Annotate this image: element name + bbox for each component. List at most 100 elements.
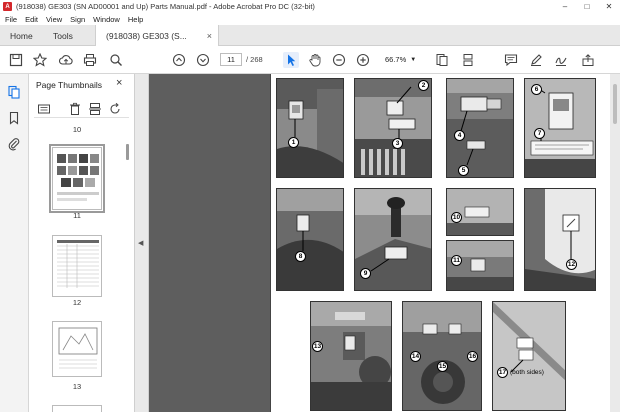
maximize-button[interactable]: □ xyxy=(576,0,598,13)
signature-icon xyxy=(555,57,567,66)
thumbnail-label: 10 xyxy=(72,125,82,134)
thumbnail-options-button[interactable] xyxy=(36,101,52,117)
fill-sign-button[interactable] xyxy=(553,52,569,68)
callout-marker: 1 xyxy=(288,137,299,148)
search-zoom-button[interactable] xyxy=(108,52,124,68)
minimize-button[interactable]: – xyxy=(554,0,576,13)
menu-bar: File Edit View Sign Window Help xyxy=(0,13,620,25)
arrow-down-circle-icon xyxy=(196,53,210,67)
delete-page-button[interactable] xyxy=(67,101,83,117)
callout-marker: 4 xyxy=(454,130,465,141)
collapse-panel-icon[interactable]: ◀ xyxy=(138,239,143,247)
thumbnail-page-11[interactable] xyxy=(49,144,105,213)
save-button[interactable] xyxy=(8,52,24,68)
hand-tool-button[interactable] xyxy=(307,52,323,68)
callout-marker: 13 xyxy=(312,341,323,352)
insert-pages-icon xyxy=(89,103,101,115)
menu-sign[interactable]: Sign xyxy=(70,15,85,24)
panel-scrollbar[interactable] xyxy=(126,144,129,160)
scroll-pages-icon xyxy=(463,54,473,66)
tab-document[interactable]: (918038) GE303 (S... × xyxy=(95,25,219,47)
callout-marker: 10 xyxy=(451,212,462,223)
callout-marker: 17 xyxy=(497,367,508,378)
zoom-level-dropdown[interactable]: 66.7% ▼ xyxy=(385,53,421,66)
callout-marker: 6 xyxy=(531,84,542,95)
panel-splitter[interactable]: ◀ xyxy=(135,74,149,412)
thumbnail-page-12[interactable] xyxy=(52,235,102,297)
decal-location-photo xyxy=(525,189,595,290)
main-toolbar: 11 / 268 66.7% ▼ xyxy=(0,46,620,74)
trash-icon xyxy=(70,102,80,115)
menu-view[interactable]: View xyxy=(46,15,62,24)
decal-location-photo xyxy=(447,79,513,177)
minus-circle-icon xyxy=(332,53,346,67)
decal-location-photo xyxy=(277,79,343,177)
upload-cloud-button[interactable] xyxy=(58,52,74,68)
menu-file[interactable]: File xyxy=(5,15,17,24)
close-tab-icon[interactable]: × xyxy=(207,31,212,41)
thumbnail-label: 13 xyxy=(72,382,82,391)
callout-marker: 2 xyxy=(418,80,429,91)
tab-tools[interactable]: Tools xyxy=(53,25,73,46)
zoom-in-button[interactable] xyxy=(355,52,371,68)
page-display-button[interactable] xyxy=(434,52,450,68)
scrollbar-thumb[interactable] xyxy=(613,84,617,124)
hand-icon xyxy=(309,54,321,67)
callout-marker: 3 xyxy=(392,138,403,149)
menu-edit[interactable]: Edit xyxy=(25,15,38,24)
callout-marker: 7 xyxy=(534,128,545,139)
highlight-button[interactable] xyxy=(528,52,544,68)
select-tool-button[interactable] xyxy=(283,52,299,68)
tab-home[interactable]: Home xyxy=(10,25,33,46)
tab-document-label: (918038) GE303 (S... xyxy=(106,31,187,41)
callout-marker: 14 xyxy=(410,351,421,362)
callout-marker: 11 xyxy=(451,255,462,266)
thumbnail-page-14[interactable] xyxy=(52,405,102,412)
callout-marker: 8 xyxy=(295,251,306,262)
callout-marker: 15 xyxy=(437,361,448,372)
photo-panel xyxy=(524,188,596,291)
cursor-arrow-icon xyxy=(288,54,296,66)
attachments-nav-button[interactable] xyxy=(6,136,22,152)
comment-button[interactable] xyxy=(503,52,519,68)
document-scrollbar[interactable] xyxy=(610,74,620,412)
bookmark-icon xyxy=(9,111,19,125)
close-window-button[interactable]: ✕ xyxy=(598,0,620,13)
bookmark-star-button[interactable] xyxy=(32,52,48,68)
photo-panel xyxy=(276,188,344,291)
chevron-down-icon: ▼ xyxy=(410,56,417,63)
bookmarks-nav-button[interactable] xyxy=(6,110,22,126)
photo-panel xyxy=(310,301,392,411)
arrow-up-circle-icon xyxy=(172,53,186,67)
page-thumbnails-nav-button[interactable] xyxy=(6,84,22,100)
thumbnail-page-13[interactable] xyxy=(52,321,102,377)
thumbnail-label: 12 xyxy=(72,298,82,307)
callout-marker: 16 xyxy=(467,351,478,362)
share-icon xyxy=(582,54,594,66)
rotate-page-button[interactable] xyxy=(107,101,123,117)
next-page-button[interactable] xyxy=(195,52,211,68)
photo-panel xyxy=(276,78,344,178)
options-menu-icon xyxy=(38,104,50,114)
thumbnail-label: 11 xyxy=(73,211,81,220)
cloud-upload-icon xyxy=(59,55,73,65)
thumbnail-preview xyxy=(57,154,99,201)
magnifier-icon xyxy=(110,54,122,66)
previous-page-button[interactable] xyxy=(171,52,187,68)
decal-location-photo xyxy=(311,302,391,410)
print-button[interactable] xyxy=(82,52,98,68)
window-title: (918038) GE303 (SN AD00001 and Up) Parts… xyxy=(16,2,315,11)
current-page-input[interactable]: 11 xyxy=(220,53,242,66)
menu-help[interactable]: Help xyxy=(128,15,143,24)
share-button[interactable] xyxy=(580,52,596,68)
insert-page-button[interactable] xyxy=(87,101,103,117)
tab-bar: Home Tools (918038) GE303 (S... × xyxy=(0,25,620,47)
zoom-out-button[interactable] xyxy=(331,52,347,68)
close-panel-icon[interactable]: × xyxy=(116,77,122,89)
save-icon xyxy=(9,53,23,67)
decal-location-photo xyxy=(493,302,565,410)
scroll-mode-button[interactable] xyxy=(460,52,476,68)
navigation-rail xyxy=(0,74,29,412)
menu-window[interactable]: Window xyxy=(93,15,120,24)
star-icon xyxy=(33,53,47,67)
